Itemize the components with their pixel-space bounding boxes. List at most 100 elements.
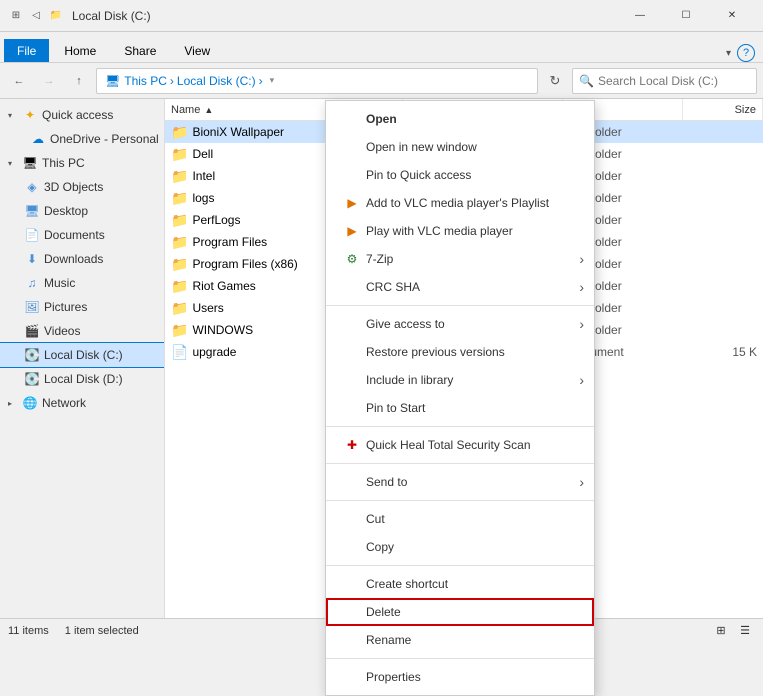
refresh-button[interactable]: ↻	[542, 68, 568, 94]
path-computer-icon: 🖥	[105, 74, 120, 88]
menu-item-label: CRC SHA	[366, 280, 420, 294]
menu-item-open-new-window[interactable]: Open in new window	[326, 133, 594, 161]
close-button[interactable]: ✕	[709, 0, 755, 32]
address-path[interactable]: 🖥 This PC › Local Disk (C:) › ▾	[96, 68, 538, 94]
menu-item-label: Rename	[366, 633, 411, 647]
folder-icon: 📁	[171, 278, 188, 295]
sidebar-item-local-c[interactable]: 💽 Local Disk (C:)	[0, 343, 164, 367]
expand-ribbon-icon[interactable]: ▾	[726, 48, 731, 59]
sidebar-item-desktop[interactable]: 🖥 Desktop	[0, 199, 164, 223]
folder-icon: 📁	[171, 256, 188, 273]
download-icon: ⬇	[24, 251, 40, 267]
sidebar: ▾ ✦ Quick access ☁ OneDrive - Personal ▾…	[0, 99, 165, 618]
file-name-label: upgrade	[192, 345, 236, 359]
menu-item-label: Pin to Quick access	[366, 168, 471, 182]
tab-home[interactable]: Home	[51, 39, 109, 62]
help-icon[interactable]: ?	[737, 44, 755, 62]
sidebar-item-onedrive[interactable]: ☁ OneDrive - Personal	[0, 127, 164, 151]
sidebar-item-network[interactable]: ▸ 🌐 Network	[0, 391, 164, 415]
up-button[interactable]: ↑	[66, 68, 92, 94]
menu-item-pin-quick[interactable]: Pin to Quick access	[326, 161, 594, 189]
menu-item-properties[interactable]: Properties	[326, 663, 594, 691]
sidebar-item-this-pc[interactable]: ▾ 🖥 This PC	[0, 151, 164, 175]
list-view-button[interactable]: ☰	[735, 621, 755, 641]
menu-item-quick-heal[interactable]: ✚Quick Heal Total Security Scan	[326, 431, 594, 459]
sidebar-item-quick-access[interactable]: ▾ ✦ Quick access	[0, 103, 164, 127]
tab-file[interactable]: File	[4, 39, 49, 62]
menu-item-give-access[interactable]: Give access to	[326, 310, 594, 338]
sidebar-item-music[interactable]: ♫ Music	[0, 271, 164, 295]
menu-item-label: Properties	[366, 670, 421, 684]
sidebar-label: Pictures	[44, 300, 87, 314]
folder-nav-icon: 📁	[48, 8, 64, 24]
path-local-disk[interactable]: Local Disk (C:)	[177, 74, 256, 88]
sidebar-label: Local Disk (C:)	[44, 348, 123, 362]
path-chevron-1: ›	[170, 74, 174, 88]
col-header-size[interactable]: Size	[683, 99, 763, 120]
forward-button[interactable]: →	[36, 68, 62, 94]
expand-icon: ▾	[8, 159, 18, 168]
context-menu: Open Open in new window Pin to Quick acces…	[325, 100, 595, 696]
menu-item-crc[interactable]: CRC SHA	[326, 273, 594, 301]
menu-item-delete[interactable]: Delete	[326, 598, 594, 626]
col-size-label: Size	[735, 104, 756, 116]
sidebar-item-documents[interactable]: 📄 Documents	[0, 223, 164, 247]
expand-icon: ▾	[8, 111, 18, 120]
sidebar-label: Quick access	[42, 108, 113, 122]
menu-item-copy[interactable]: Copy	[326, 533, 594, 561]
ribbon-tabs: File Home Share View ▾ ?	[0, 32, 763, 62]
maximize-button[interactable]: ☐	[663, 0, 709, 32]
sidebar-label: Documents	[44, 228, 105, 242]
menu-item-open[interactable]: Open	[326, 105, 594, 133]
selected-info: 1 item selected	[65, 625, 139, 637]
video-icon: 🎬	[24, 323, 40, 339]
menu-item-pin-start[interactable]: Pin to Start	[326, 394, 594, 422]
menu-item-label: Pin to Start	[366, 401, 425, 415]
file-name-label: PerfLogs	[192, 213, 240, 227]
menu-item-label: Add to VLC media player's Playlist	[366, 196, 549, 210]
path-dropdown-icon[interactable]: ▾	[270, 75, 275, 86]
menu-item-label: Delete	[366, 605, 401, 619]
menu-item-label: Open in new window	[366, 140, 477, 154]
minimize-button[interactable]: —	[617, 0, 663, 32]
system-icon: ⊞	[8, 8, 24, 24]
file-name-label: Riot Games	[192, 279, 255, 293]
file-name-label: Users	[192, 301, 223, 315]
menu-item-restore-prev[interactable]: Restore previous versions	[326, 338, 594, 366]
grid-view-button[interactable]: ⊞	[711, 621, 731, 641]
search-input[interactable]	[598, 74, 753, 88]
tab-share[interactable]: Share	[111, 39, 169, 62]
sidebar-item-pictures[interactable]: 🖼 Pictures	[0, 295, 164, 319]
ribbon: File Home Share View ▾ ?	[0, 32, 763, 63]
sidebar-label: 3D Objects	[44, 180, 103, 194]
sidebar-label: Videos	[44, 324, 80, 338]
menu-item-label: Create shortcut	[366, 577, 448, 591]
title-bar-icons: ⊞ ◁ 📁	[8, 8, 64, 24]
menu-item-vlc-play[interactable]: ▶Play with VLC media player	[326, 217, 594, 245]
file-name-label: Dell	[192, 147, 213, 161]
folder-icon: 📁	[171, 168, 188, 185]
sidebar-item-3d-objects[interactable]: ◈ 3D Objects	[0, 175, 164, 199]
desktop-icon: 🖥	[24, 203, 40, 219]
menu-item-include-lib[interactable]: Include in library	[326, 366, 594, 394]
menu-item-label: Send to	[366, 475, 407, 489]
path-this-pc[interactable]: This PC	[124, 74, 167, 88]
menu-item-cut[interactable]: Cut	[326, 505, 594, 533]
menu-item-create-shortcut[interactable]: Create shortcut	[326, 570, 594, 598]
menu-item-label: Open	[366, 112, 397, 126]
sidebar-item-downloads[interactable]: ⬇ Downloads	[0, 247, 164, 271]
folder-icon: 📁	[171, 234, 188, 251]
menu-item-7zip[interactable]: ⚙7-Zip	[326, 245, 594, 273]
zip-icon: ⚙	[342, 252, 362, 266]
search-box[interactable]: 🔍	[572, 68, 757, 94]
tab-view[interactable]: View	[171, 39, 223, 62]
sidebar-item-local-d[interactable]: 💽 Local Disk (D:)	[0, 367, 164, 391]
back-button[interactable]: ←	[6, 68, 32, 94]
disk-icon: 💽	[24, 347, 40, 363]
menu-item-send-to[interactable]: Send to	[326, 468, 594, 496]
menu-item-vlc-playlist[interactable]: ▶Add to VLC media player's Playlist	[326, 189, 594, 217]
menu-separator	[326, 305, 594, 306]
computer-icon: 🖥	[22, 155, 38, 171]
menu-item-rename[interactable]: Rename	[326, 626, 594, 654]
sidebar-item-videos[interactable]: 🎬 Videos	[0, 319, 164, 343]
